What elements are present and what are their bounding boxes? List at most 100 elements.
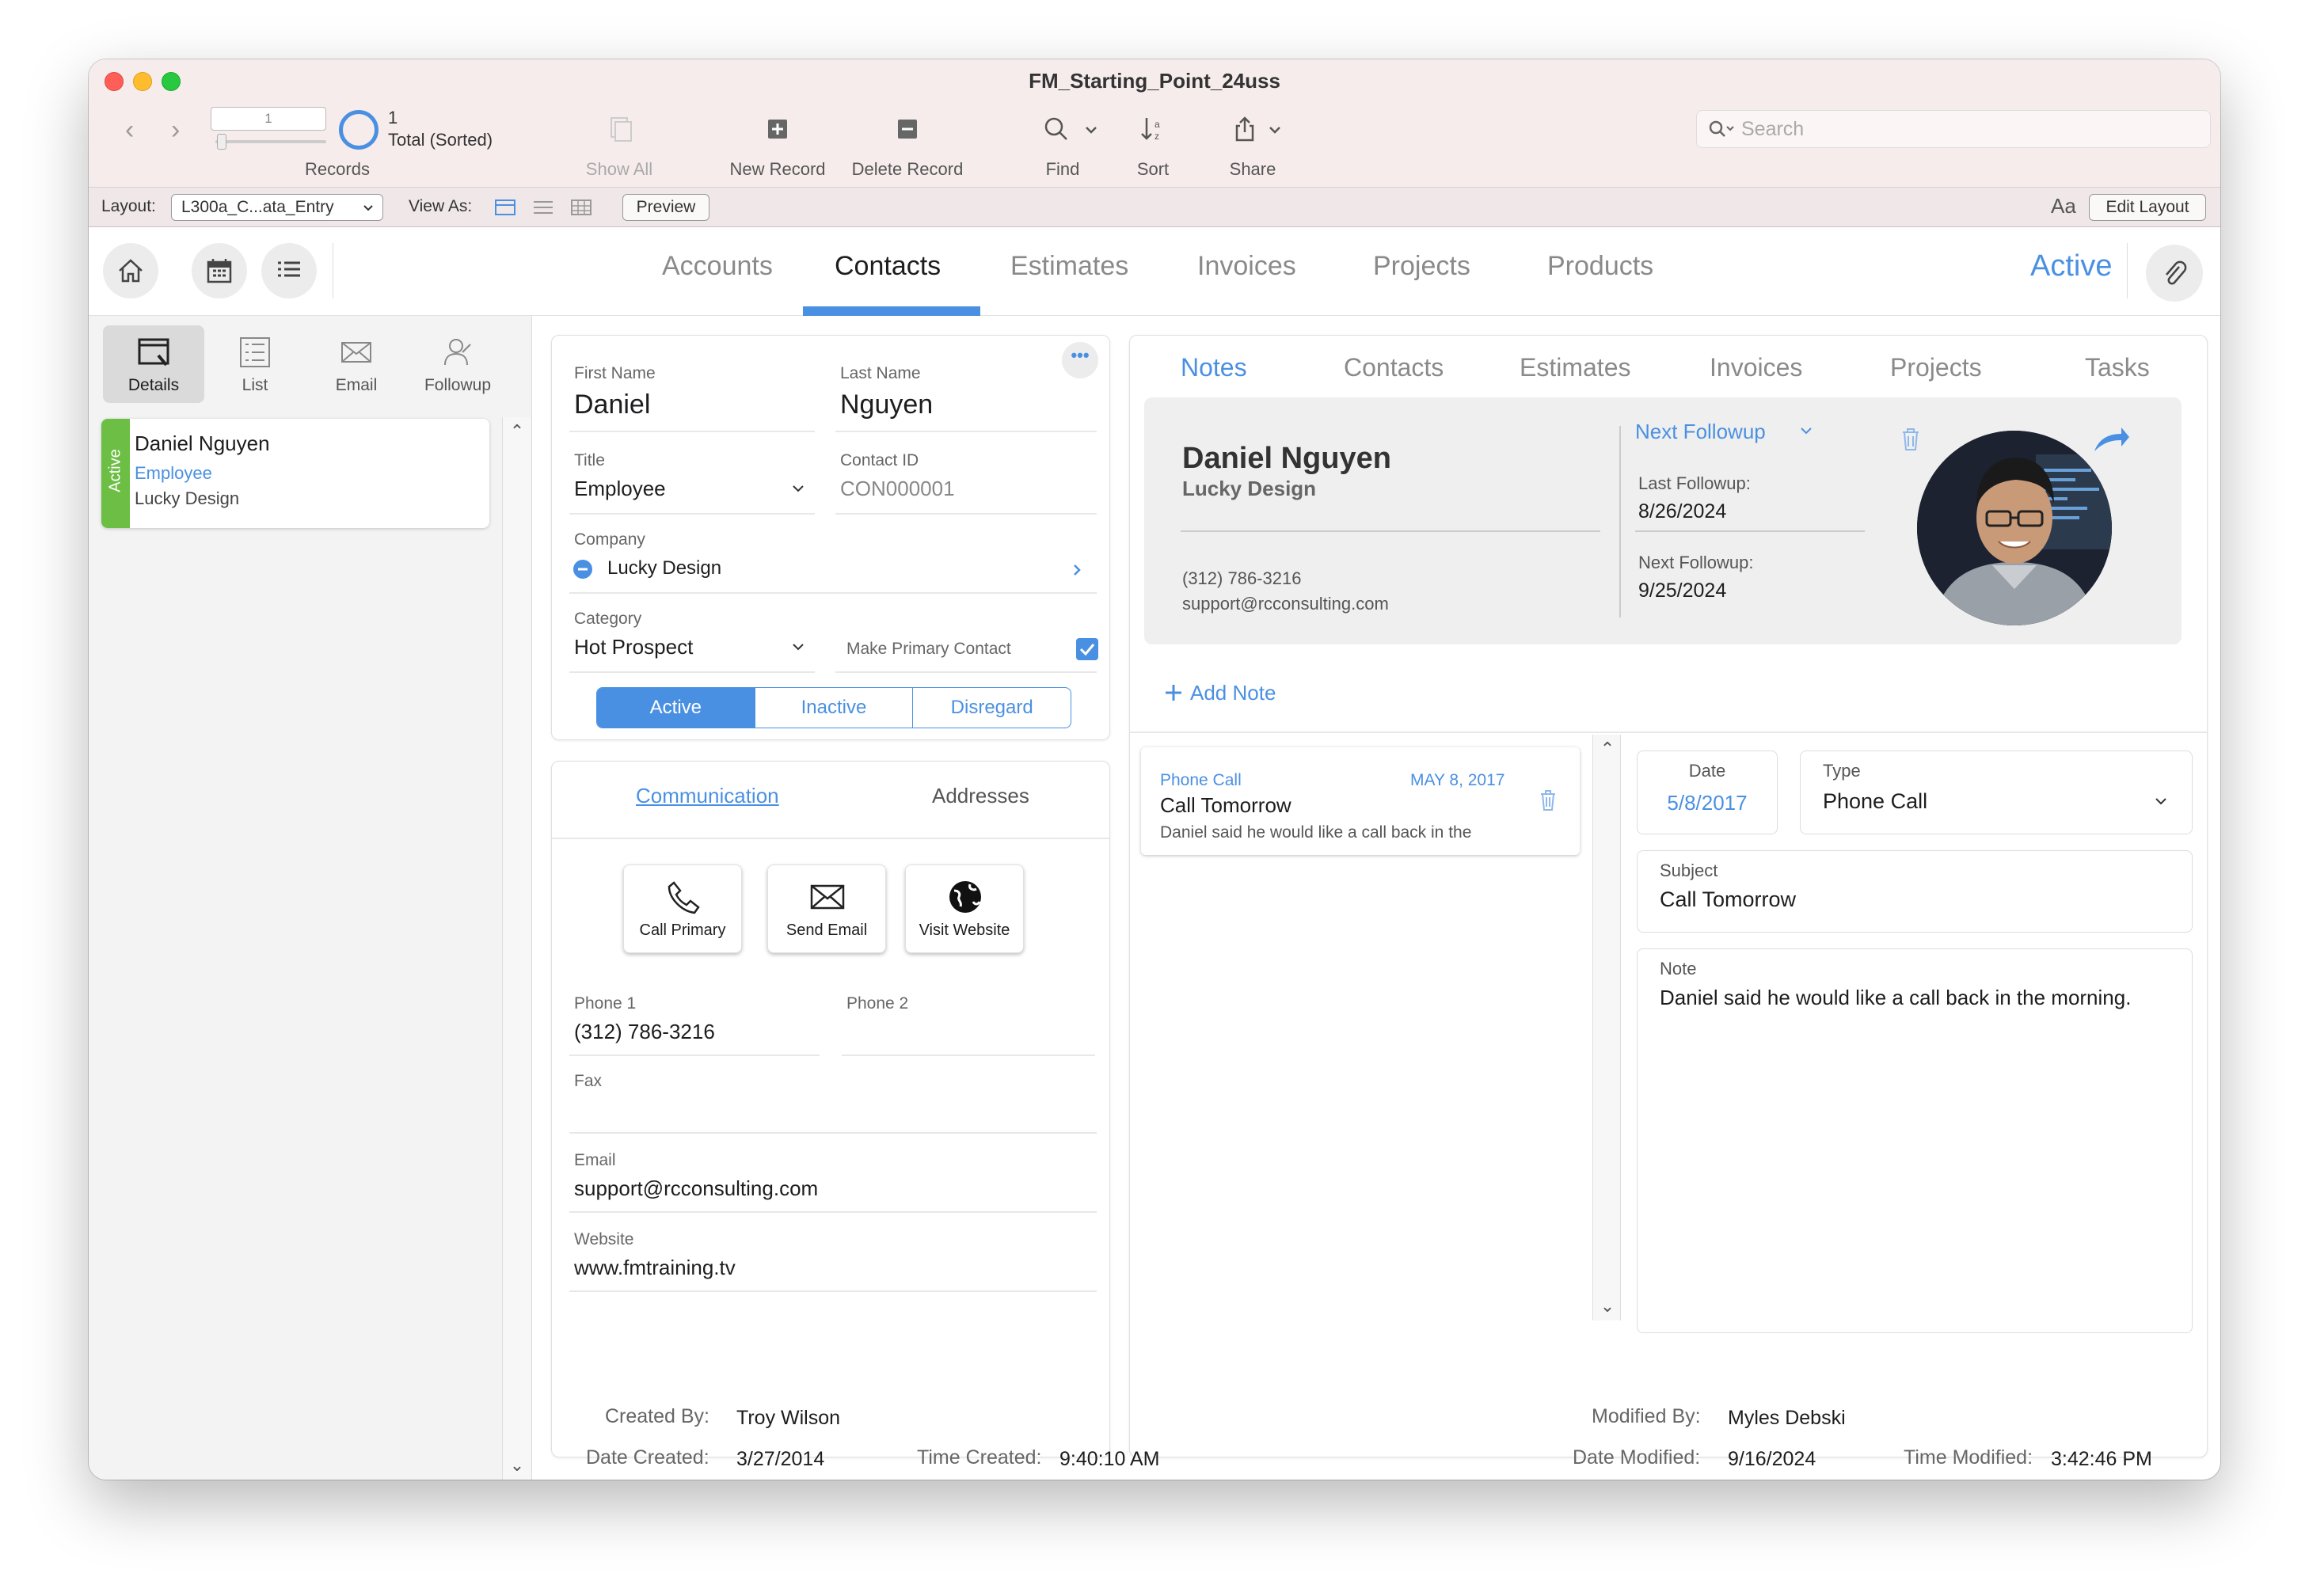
sort-icon[interactable]: az — [1137, 113, 1169, 145]
tab-addresses[interactable]: Addresses — [932, 784, 1029, 808]
tab-projects[interactable]: Projects — [1890, 353, 1982, 382]
find-dropdown-icon[interactable] — [1082, 113, 1101, 145]
tab-products[interactable]: Products — [1547, 251, 1653, 282]
attachment-button[interactable] — [2146, 245, 2203, 302]
layout-select[interactable]: L300a_C...ata_Entry — [171, 194, 383, 221]
company-field[interactable]: Lucky Design — [607, 557, 721, 580]
note-type-select[interactable]: Type Phone Call — [1800, 750, 2193, 834]
chevron-right-icon[interactable] — [1071, 562, 1082, 578]
plus-icon[interactable] — [1163, 682, 1184, 703]
status-option-disregard[interactable]: Disregard — [913, 688, 1071, 728]
record-number-input[interactable]: 1 — [211, 107, 326, 131]
send-email-button[interactable]: Send Email — [767, 864, 886, 953]
chevron-down-icon[interactable] — [791, 641, 805, 652]
add-note-button[interactable]: Add Note — [1190, 681, 1276, 705]
contact-photo — [1917, 431, 2112, 625]
more-options-icon[interactable]: ••• — [1062, 342, 1098, 378]
search-input[interactable]: Search — [1696, 110, 2211, 148]
action-label: Call Primary — [639, 922, 726, 939]
scroll-down-icon[interactable]: ⌄ — [1593, 1292, 1622, 1320]
chevron-down-icon[interactable] — [791, 483, 805, 494]
divider — [569, 1132, 1097, 1134]
share-icon[interactable] — [1229, 113, 1261, 145]
tab-estimates[interactable]: Estimates — [1010, 251, 1128, 282]
note-subject-field[interactable]: Subject Call Tomorrow — [1637, 850, 2193, 933]
next-record-icon[interactable]: › — [171, 115, 180, 146]
title-select[interactable]: Employee — [574, 477, 666, 501]
trash-icon[interactable] — [1539, 788, 1558, 812]
scroll-up-icon[interactable]: ⌃ — [1593, 735, 1622, 763]
email-field[interactable]: support@rcconsulting.com — [574, 1176, 818, 1201]
website-field[interactable]: www.fmtraining.tv — [574, 1256, 736, 1280]
find-button[interactable]: Find — [1031, 159, 1094, 180]
record-slider-handle[interactable] — [217, 134, 226, 150]
list-item[interactable]: Phone Call MAY 8, 2017 Call Tomorrow Dan… — [1141, 747, 1580, 855]
tab-invoices[interactable]: Invoices — [1710, 353, 1802, 382]
edit-layout-button[interactable]: Edit Layout — [2089, 194, 2206, 221]
list-button[interactable] — [261, 243, 317, 298]
note-body-field[interactable]: Note Daniel said he would like a call ba… — [1637, 948, 2193, 1333]
phone2-label: Phone 2 — [846, 994, 909, 1013]
followup-select[interactable]: Next Followup — [1635, 420, 1766, 444]
view-as-label: View As: — [409, 197, 473, 215]
note-date-field[interactable]: Date 5/8/2017 — [1637, 750, 1778, 834]
last-name-field[interactable]: Nguyen — [840, 390, 933, 420]
first-name-field[interactable]: Daniel — [574, 390, 650, 420]
sidebar-tab-followup[interactable]: Followup — [407, 325, 508, 403]
call-primary-button[interactable]: Call Primary — [623, 864, 742, 953]
trash-icon[interactable] — [1900, 426, 1922, 453]
primary-contact-checkbox[interactable] — [1076, 638, 1098, 660]
new-record-icon[interactable] — [762, 113, 793, 145]
previous-record-icon[interactable]: ‹ — [125, 115, 134, 146]
category-select[interactable]: Hot Prospect — [574, 635, 693, 659]
tab-contacts[interactable]: Contacts — [1344, 353, 1444, 382]
show-all-icon — [611, 117, 632, 142]
sidebar-tab-email[interactable]: Email — [306, 325, 407, 403]
home-button[interactable] — [103, 243, 158, 298]
tab-estimates[interactable]: Estimates — [1520, 353, 1630, 382]
notes-list: Phone Call MAY 8, 2017 Call Tomorrow Dan… — [1130, 733, 1591, 1343]
list-view-icon[interactable] — [532, 199, 554, 216]
new-record-button[interactable]: New Record — [714, 159, 841, 180]
delete-record-button[interactable]: Delete Record — [841, 159, 974, 180]
find-icon[interactable] — [1040, 113, 1072, 145]
table-view-icon[interactable] — [570, 199, 592, 216]
tab-invoices[interactable]: Invoices — [1197, 251, 1296, 282]
share-dropdown-icon[interactable] — [1265, 113, 1284, 145]
chevron-down-icon[interactable] — [1798, 424, 1814, 437]
share-button[interactable]: Share — [1221, 159, 1284, 180]
notes-scrollbar[interactable]: ⌃ ⌄ — [1592, 735, 1621, 1320]
sidebar-tab-list[interactable]: List — [204, 325, 306, 403]
last-followup-value: 8/26/2024 — [1638, 500, 1727, 522]
visit-website-button[interactable]: Visit Website — [905, 864, 1024, 953]
list-scrollbar[interactable]: ⌃ ⌄ — [502, 417, 531, 1480]
record-slider[interactable] — [215, 140, 326, 143]
sort-button[interactable]: Sort — [1121, 159, 1185, 180]
sidebar-tab-details[interactable]: Details — [103, 325, 204, 403]
tab-projects[interactable]: Projects — [1373, 251, 1470, 282]
scroll-up-icon[interactable]: ⌃ — [503, 417, 531, 446]
preview-button[interactable]: Preview — [622, 194, 709, 221]
tab-contacts[interactable]: Contacts — [835, 251, 941, 282]
contact-id-field: CON000001 — [840, 477, 955, 500]
form-view-icon[interactable] — [494, 199, 516, 216]
show-all-button[interactable]: Show All — [572, 159, 667, 180]
calendar-button[interactable] — [192, 243, 247, 298]
tab-notes[interactable]: Notes — [1181, 353, 1247, 382]
font-size-icon[interactable]: Aa — [2051, 194, 2076, 218]
tab-tasks[interactable]: Tasks — [2085, 353, 2150, 382]
delete-record-icon[interactable] — [892, 113, 923, 145]
share-arrow-icon[interactable] — [2091, 426, 2131, 454]
status-option-inactive[interactable]: Inactive — [755, 688, 914, 728]
date-modified-value: 9/16/2024 — [1728, 1448, 1816, 1470]
scroll-down-icon[interactable]: ⌄ — [503, 1451, 531, 1480]
phone1-field[interactable]: (312) 786-3216 — [574, 1020, 715, 1044]
status-option-active[interactable]: Active — [597, 688, 755, 728]
sidebar-tab-label: Email — [335, 376, 378, 394]
list-item[interactable]: Active Daniel Nguyen Employee Lucky Desi… — [101, 419, 489, 528]
next-followup-label: Next Followup: — [1638, 553, 1754, 572]
remove-company-icon[interactable] — [572, 559, 593, 580]
tab-communication[interactable]: Communication — [636, 784, 779, 808]
divider — [569, 513, 815, 515]
tab-accounts[interactable]: Accounts — [662, 251, 773, 282]
